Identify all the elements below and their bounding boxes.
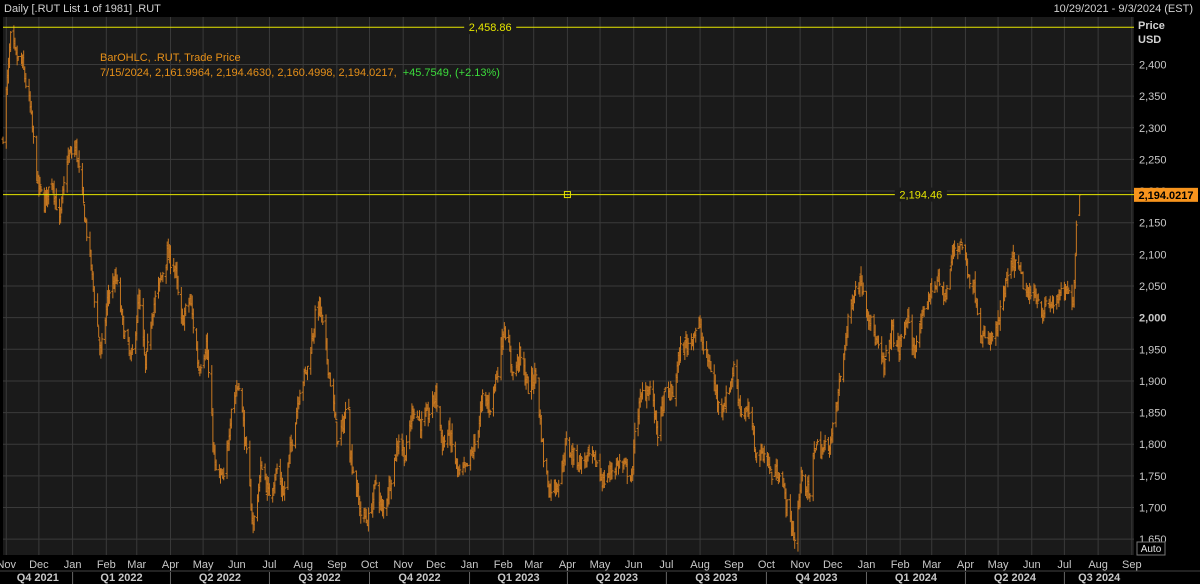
x-month-label: Mar: [524, 559, 543, 571]
x-month-label: Dec: [823, 559, 843, 571]
y-tick-label: 2,000: [1139, 313, 1167, 325]
y-tick-label: 1,850: [1139, 408, 1167, 420]
x-month-label: Sep: [1122, 559, 1142, 571]
y-tick-label: 1,900: [1139, 376, 1167, 388]
x-quarter-label: Q3 2022: [298, 572, 340, 584]
x-month-label: Aug: [690, 559, 710, 571]
x-month-label: Nov: [393, 559, 413, 571]
last-price-tag-label: 2,194.0217: [1138, 190, 1193, 202]
x-month-label: Apr: [559, 559, 576, 571]
legend-change-text: +45.7549, (+2.13%): [403, 67, 500, 79]
y-tick-label: 2,250: [1139, 154, 1167, 166]
x-quarter-label: Q2 2024: [994, 572, 1037, 584]
y-tick-label: 2,150: [1139, 218, 1167, 230]
legend-ohlc-text: 7/15/2024, 2,161.9964, 2,194.4630, 2,160…: [100, 67, 397, 79]
last-price-tag: 2,194.0217: [1134, 187, 1198, 202]
y-tick-label: 2,300: [1139, 123, 1167, 135]
x-month-label: Mar: [922, 559, 941, 571]
window-title: Daily [.RUT List 1 of 1981] .RUT: [4, 3, 161, 15]
x-quarter-label: Q1 2022: [100, 572, 142, 584]
x-quarter-label: Q1 2023: [497, 572, 539, 584]
y-tick-label: 1,750: [1139, 471, 1167, 483]
x-quarter-label: Q3 2023: [695, 572, 737, 584]
x-month-label: Jan: [858, 559, 876, 571]
price-chart[interactable]: 2,458.862,194.46 1,6501,7001,7501,8001,8…: [0, 0, 1200, 584]
price-axis-title: Price: [1138, 20, 1165, 32]
x-month-label: Jun: [1023, 559, 1041, 571]
legend-series-label: BarOHLC, .RUT, Trade Price: [100, 52, 241, 64]
x-month-label: Jul: [262, 559, 276, 571]
y-tick-label: 2,100: [1139, 249, 1167, 261]
x-month-label: Feb: [97, 559, 116, 571]
x-quarter-label: Q2 2022: [199, 572, 241, 584]
x-month-label: Apr: [957, 559, 974, 571]
x-month-label: Jun: [228, 559, 246, 571]
legend-ohlc-values: 7/15/2024, 2,161.9964, 2,194.4630, 2,160…: [100, 67, 500, 79]
x-month-label: Mar: [127, 559, 146, 571]
x-quarter-label: Q1 2024: [895, 572, 938, 584]
x-month-label: Jul: [659, 559, 673, 571]
reference-line-label: 2,458.86: [469, 22, 512, 34]
x-month-label: May: [590, 559, 611, 571]
y-tick-label: 2,350: [1139, 91, 1167, 103]
y-tick-label: 1,700: [1139, 503, 1167, 515]
x-month-label: Dec: [29, 559, 49, 571]
x-month-label: Aug: [293, 559, 313, 571]
y-tick-label: 1,800: [1139, 439, 1167, 451]
x-month-label: Jan: [461, 559, 479, 571]
x-month-label: Aug: [1088, 559, 1108, 571]
y-tick-label: 2,400: [1139, 59, 1167, 71]
x-month-label: Jul: [1057, 559, 1071, 571]
x-month-label: Apr: [162, 559, 179, 571]
x-month-label: Oct: [361, 559, 378, 571]
x-quarter-label: Q4 2023: [795, 572, 837, 584]
y-tick-label: 1,950: [1139, 344, 1167, 356]
x-quarter-label: Q4 2022: [398, 572, 440, 584]
x-month-label: Feb: [494, 559, 513, 571]
currency-axis-title: USD: [1138, 34, 1161, 46]
x-quarter-label: Q4 2021: [17, 572, 59, 584]
x-month-label: Oct: [758, 559, 775, 571]
x-month-label: May: [193, 559, 214, 571]
x-month-label: Jan: [64, 559, 82, 571]
auto-button[interactable]: Auto: [1141, 544, 1162, 555]
x-month-label: Sep: [724, 559, 744, 571]
date-range: 10/29/2021 - 9/3/2024 (EST): [1054, 3, 1193, 15]
reference-line-label: 2,194.46: [899, 190, 942, 202]
x-quarter-label: Q3 2024: [1078, 572, 1121, 584]
x-month-label: Jun: [625, 559, 643, 571]
x-quarter-label: Q2 2023: [596, 572, 638, 584]
x-month-label: May: [988, 559, 1009, 571]
x-month-label: Feb: [891, 559, 910, 571]
x-month-label: Nov: [790, 559, 810, 571]
x-month-label: Nov: [0, 559, 17, 571]
x-month-label: Sep: [327, 559, 347, 571]
y-tick-label: 2,050: [1139, 281, 1167, 293]
x-month-label: Dec: [426, 559, 446, 571]
